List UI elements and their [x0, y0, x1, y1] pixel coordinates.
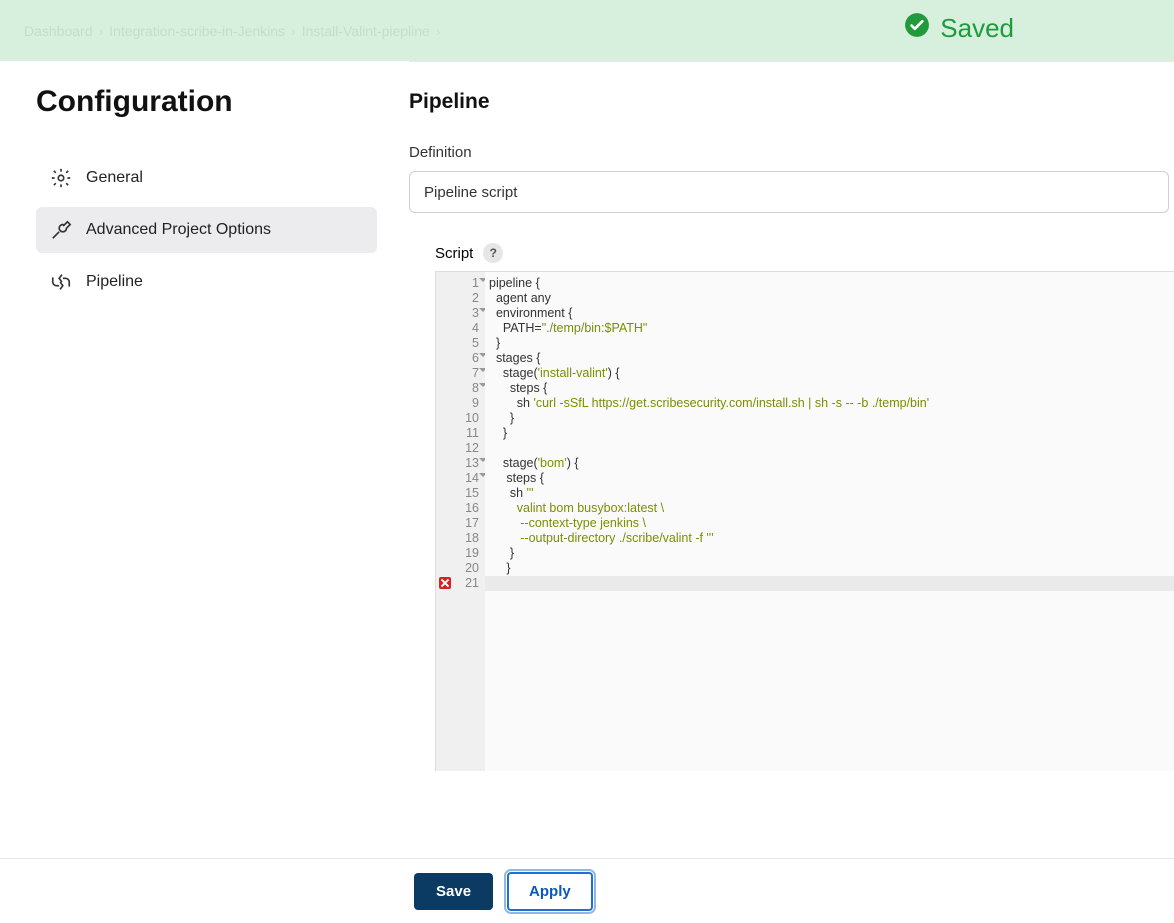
script-editor[interactable]: 123456789101112131415161718192021 pipeli… — [435, 271, 1174, 771]
script-label: Script — [435, 245, 473, 262]
pipeline-icon — [50, 271, 72, 293]
gear-icon — [50, 167, 72, 189]
chevron-right-icon: › — [436, 23, 441, 39]
sidebar-item-general[interactable]: General — [36, 155, 377, 201]
check-circle-icon — [904, 12, 930, 45]
apply-button[interactable]: Apply — [507, 872, 593, 911]
page-title: Configuration — [36, 85, 377, 119]
chevron-right-icon: › — [291, 23, 296, 39]
definition-value: Pipeline script — [424, 184, 517, 201]
breadcrumb-item[interactable]: Integration-scribe-in-Jenkins — [109, 23, 285, 39]
definition-label: Definition — [409, 144, 1174, 161]
section-heading: Pipeline — [409, 90, 1174, 114]
breadcrumb-item[interactable]: Install-Valint-piepline — [302, 23, 430, 39]
saved-banner: Dashboard › Integration-scribe-in-Jenkin… — [0, 0, 1174, 61]
sidebar-item-advanced[interactable]: Advanced Project Options — [36, 207, 377, 253]
saved-indicator: Saved — [904, 12, 1014, 45]
divider — [409, 61, 1174, 62]
sidebar-item-label: Advanced Project Options — [86, 221, 271, 239]
breadcrumb: Dashboard › Integration-scribe-in-Jenkin… — [24, 23, 441, 39]
definition-select[interactable]: Pipeline script — [409, 171, 1169, 213]
breadcrumb-item[interactable]: Dashboard — [24, 23, 93, 39]
help-icon[interactable]: ? — [483, 243, 503, 263]
saved-label: Saved — [940, 13, 1014, 44]
bottom-bar: Save Apply — [0, 858, 1174, 923]
sidebar-item-pipeline[interactable]: Pipeline — [36, 259, 377, 305]
chevron-right-icon: › — [99, 23, 104, 39]
config-sidebar: Configuration General Advanced Project O… — [0, 61, 393, 858]
sidebar-item-label: General — [86, 169, 143, 187]
sidebar-item-label: Pipeline — [86, 273, 143, 291]
editor-gutter: 123456789101112131415161718192021 — [436, 272, 485, 771]
editor-code[interactable]: pipeline { agent any environment { PATH=… — [485, 272, 1174, 771]
main-content: Pipeline Definition Pipeline script Scri… — [393, 61, 1174, 858]
save-button[interactable]: Save — [414, 873, 493, 910]
wrench-icon — [50, 219, 72, 241]
